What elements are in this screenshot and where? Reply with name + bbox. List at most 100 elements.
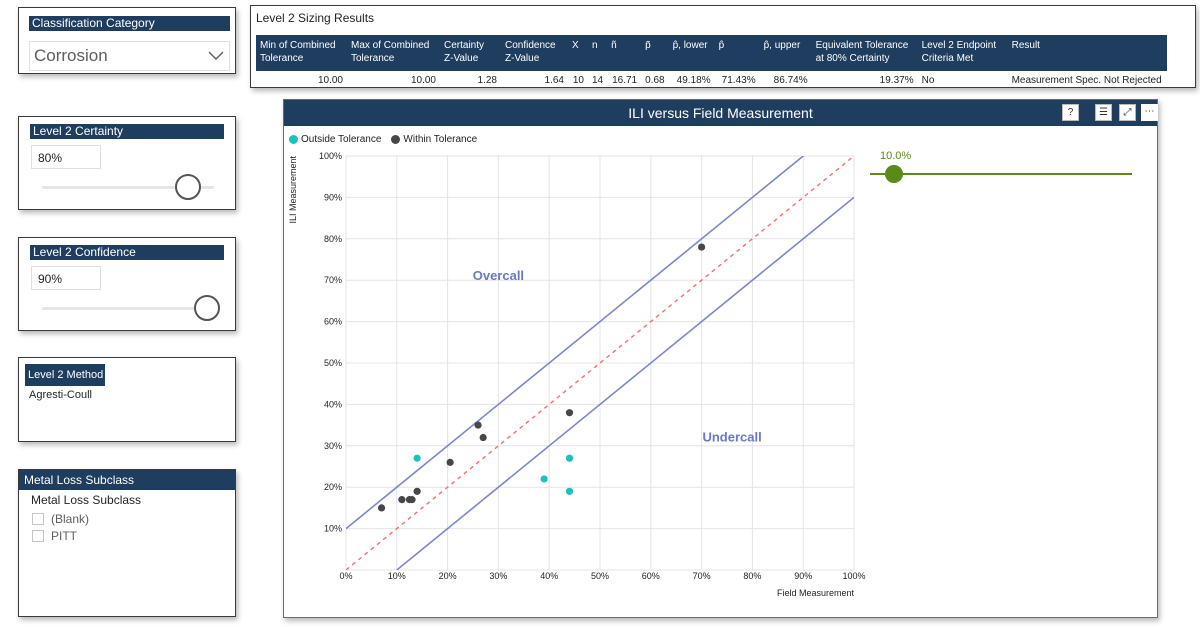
certainty-slicer: Level 2 Certainty 80% (18, 116, 236, 210)
y-tick-label: 80% (324, 234, 342, 244)
focus-icon[interactable]: ⤢ (1119, 104, 1136, 121)
table-header-row: Min of CombinedTolerance Max of Combined… (256, 35, 1167, 71)
col-header[interactable]: Equivalent Toleranceat 80% Certainty (812, 35, 918, 71)
data-point (566, 488, 573, 495)
cell: 1.64 (501, 71, 568, 90)
y-tick-label: 50% (324, 358, 342, 368)
confidence-slider-track[interactable] (42, 307, 214, 310)
col-header[interactable]: p̃ (641, 35, 668, 71)
classification-dropdown[interactable]: Corrosion (29, 41, 230, 71)
col-header[interactable]: n (588, 35, 607, 71)
y-tick-label: 100% (319, 151, 342, 161)
x-tick-label: 80% (743, 571, 761, 581)
cell: 19.37% (812, 71, 918, 90)
classification-selected: Corrosion (34, 46, 108, 66)
undercall-label: Undercall (702, 430, 761, 445)
col-header[interactable]: Min of CombinedTolerance (256, 35, 347, 71)
method-card: Level 2 Method Agresti-Coull (18, 357, 236, 442)
cell: 10.00 (347, 71, 440, 90)
legend-dot-icon (289, 135, 298, 144)
tolerance-value: 10.0% (880, 150, 911, 162)
col-header[interactable]: p̂ (715, 35, 760, 71)
cell: 86.74% (760, 71, 812, 90)
data-point (447, 459, 454, 466)
confidence-input[interactable]: 90% (31, 266, 101, 290)
checkbox-icon[interactable] (32, 513, 44, 525)
metal-loss-header: Metal Loss Subclass (19, 470, 235, 490)
data-point (414, 488, 421, 495)
col-header[interactable]: Max of CombinedTolerance (347, 35, 440, 71)
metal-loss-option-pitt[interactable]: PITT (32, 529, 77, 543)
x-tick-label: 100% (842, 571, 865, 581)
x-tick-label: 70% (693, 571, 711, 581)
y-tick-label: 20% (324, 482, 342, 492)
cell: 0.68 (641, 71, 668, 90)
results-title: Level 2 Sizing Results (256, 11, 374, 25)
more-icon[interactable]: ⋯ (1141, 104, 1158, 121)
data-point (541, 475, 548, 482)
x-axis-title: Field Measurement (777, 588, 855, 598)
chart-legend: Outside Tolerance Within Tolerance (289, 134, 477, 145)
filter-icon[interactable]: ☰ (1095, 104, 1112, 121)
option-label: PITT (51, 529, 77, 543)
y-tick-label: 10% (324, 524, 342, 534)
x-tick-label: 0% (339, 571, 352, 581)
confidence-slider-thumb[interactable] (194, 295, 220, 321)
x-tick-label: 20% (439, 571, 457, 581)
x-tick-label: 10% (388, 571, 406, 581)
col-header[interactable]: Result (1008, 35, 1167, 71)
help-icon[interactable]: ? (1062, 104, 1079, 121)
col-header[interactable]: p̂, lower (669, 35, 715, 71)
classification-slicer: Classification Category Corrosion (18, 7, 236, 74)
sizing-results-card: Level 2 Sizing Results Min of CombinedTo… (250, 5, 1196, 88)
data-point (408, 496, 415, 503)
legend-item-outside[interactable]: Outside Tolerance (289, 134, 381, 145)
checkbox-icon[interactable] (32, 530, 44, 542)
classification-header: Classification Category (29, 16, 230, 31)
certainty-header: Level 2 Certainty (30, 124, 224, 139)
chart-title: ILI versus Field Measurement (284, 100, 1157, 126)
method-header: Level 2 Method (25, 364, 105, 386)
metal-loss-slicer: Metal Loss Subclass Metal Loss Subclass … (18, 469, 236, 617)
scatter-chart-card: 0%10%20%30%40%50%60%70%80%90%100%10%20%3… (283, 99, 1158, 618)
cell: 1.28 (440, 71, 501, 90)
confidence-slicer: Level 2 Confidence 90% (18, 237, 236, 331)
data-point (566, 409, 573, 416)
y-axis-title: ILI Measurement (288, 156, 298, 224)
chevron-down-icon (207, 49, 225, 63)
cell: 71.43% (715, 71, 760, 90)
cell: 49.18% (669, 71, 715, 90)
overcall-label: Overcall (473, 268, 524, 283)
x-tick-label: 40% (540, 571, 558, 581)
certainty-slider-thumb[interactable] (175, 174, 201, 200)
col-header[interactable]: ñ (607, 35, 641, 71)
cell: 10.00 (256, 71, 347, 90)
x-tick-label: 50% (591, 571, 609, 581)
data-point (474, 422, 481, 429)
col-header[interactable]: X (568, 35, 588, 71)
cell: 14 (588, 71, 607, 90)
x-tick-label: 90% (794, 571, 812, 581)
cell: 10 (568, 71, 588, 90)
x-tick-label: 60% (642, 571, 660, 581)
cell: 16.71 (607, 71, 641, 90)
col-header[interactable]: Level 2 EndpointCriteria Met (918, 35, 1008, 71)
y-tick-label: 60% (324, 317, 342, 327)
data-point (414, 455, 421, 462)
col-header[interactable]: CertaintyZ-Value (440, 35, 501, 71)
scatter-plot: 0%10%20%30%40%50%60%70%80%90%100%10%20%3… (284, 100, 1157, 617)
col-header[interactable]: ConfidenceZ-Value (501, 35, 568, 71)
data-point (398, 496, 405, 503)
tolerance-slider-thumb[interactable] (885, 165, 903, 183)
certainty-input[interactable]: 80% (31, 145, 101, 169)
legend-dot-icon (391, 135, 400, 144)
data-point (698, 243, 705, 250)
legend-item-within[interactable]: Within Tolerance (391, 134, 477, 145)
method-value: Agresti-Coull (29, 389, 92, 401)
data-point (480, 434, 487, 441)
col-header[interactable]: p̂, upper (760, 35, 812, 71)
data-point (566, 455, 573, 462)
tolerance-slider-track[interactable] (870, 173, 1132, 175)
table-row: 10.00 10.00 1.28 1.64 10 14 16.71 0.68 4… (256, 71, 1167, 90)
metal-loss-option-blank[interactable]: (Blank) (32, 512, 89, 526)
